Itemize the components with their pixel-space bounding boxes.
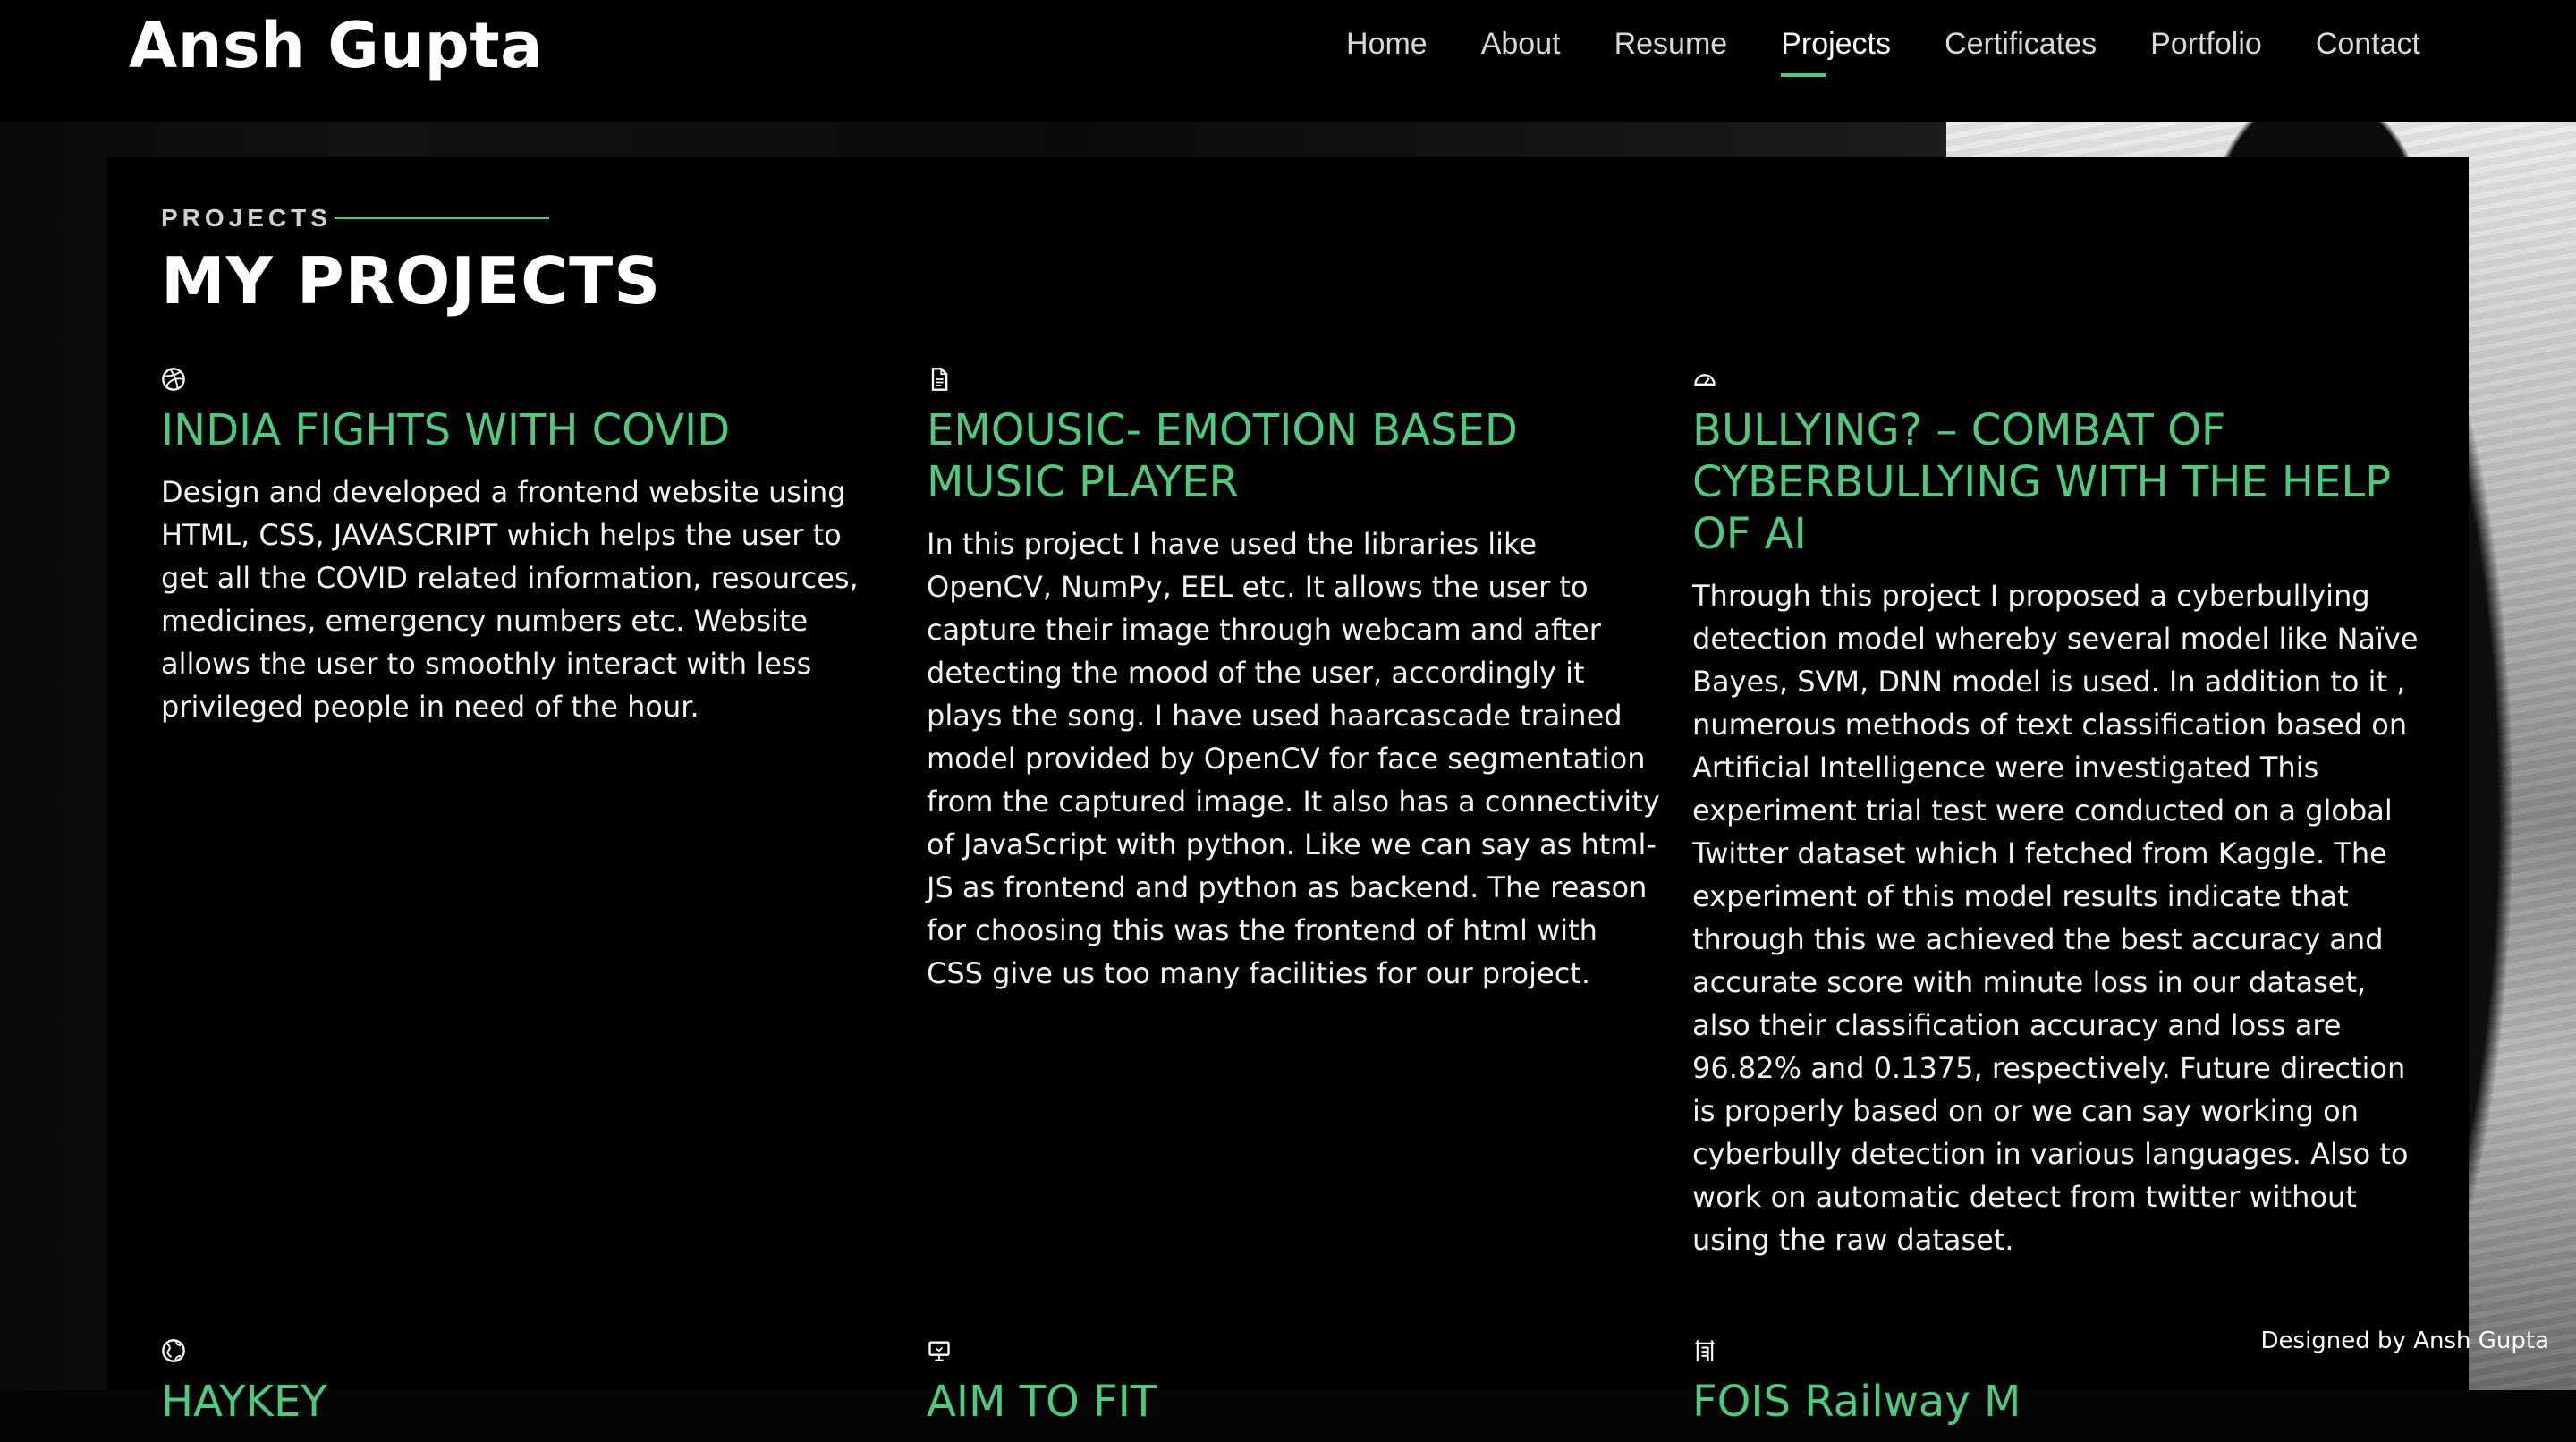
presentation-icon bbox=[928, 1341, 950, 1361]
nav-resume[interactable]: Resume bbox=[1588, 27, 1755, 62]
project-title: INDIA FIGHTS WITH COVID bbox=[161, 405, 731, 455]
project-card: HAYKEY bbox=[161, 1338, 894, 1442]
project-card: INDIA FIGHTS WITH COVID Design and devel… bbox=[161, 367, 894, 728]
site-header: Ansh Gupta Home About Resume Projects Ce… bbox=[0, 0, 2576, 122]
project-title: HAYKEY bbox=[161, 1377, 327, 1427]
project-card: AIM TO FIT bbox=[927, 1338, 1660, 1442]
project-title: AIM TO FIT bbox=[927, 1377, 1157, 1427]
file-text-icon bbox=[931, 368, 948, 391]
speedometer-icon bbox=[1694, 374, 1716, 386]
section-label: PROJECTS bbox=[161, 204, 332, 232]
nav-projects[interactable]: Projects bbox=[1754, 27, 1918, 77]
dribbble-icon bbox=[162, 368, 185, 391]
building-icon bbox=[1695, 1340, 1715, 1361]
nav-contact[interactable]: Contact bbox=[2289, 27, 2447, 62]
project-card: EMOUSIC- EMOTION BASED MUSIC PLAYER In t… bbox=[927, 367, 1660, 995]
project-description: Design and developed a frontend website … bbox=[161, 475, 859, 724]
project-card: BULLYING? – COMBAT OF CYBERBULLYING WITH… bbox=[1692, 367, 2426, 1261]
nav-about[interactable]: About bbox=[1454, 27, 1588, 62]
section-title: MY PROJECTS bbox=[161, 243, 662, 318]
site-brand[interactable]: Ansh Gupta bbox=[129, 9, 543, 82]
project-title: BULLYING? – COMBAT OF CYBERBULLYING WITH… bbox=[1692, 405, 2392, 559]
nav-certificates[interactable]: Certificates bbox=[1918, 27, 2123, 62]
nav-portfolio[interactable]: Portfolio bbox=[2123, 27, 2289, 62]
section-divider bbox=[335, 217, 549, 219]
project-title: FOIS Railway M bbox=[1692, 1377, 2021, 1427]
main-nav: Home About Resume Projects Certificates … bbox=[1319, 27, 2447, 77]
project-description: In this project I have used the librarie… bbox=[927, 527, 1660, 990]
globe-icon bbox=[162, 1339, 185, 1362]
nav-home[interactable]: Home bbox=[1319, 27, 1454, 62]
footer-credit: Designed by Ansh Gupta bbox=[2260, 1327, 2550, 1354]
project-title: EMOUSIC- EMOTION BASED MUSIC PLAYER bbox=[927, 405, 1518, 507]
project-description: Through this project I proposed a cyberb… bbox=[1692, 579, 2419, 1257]
